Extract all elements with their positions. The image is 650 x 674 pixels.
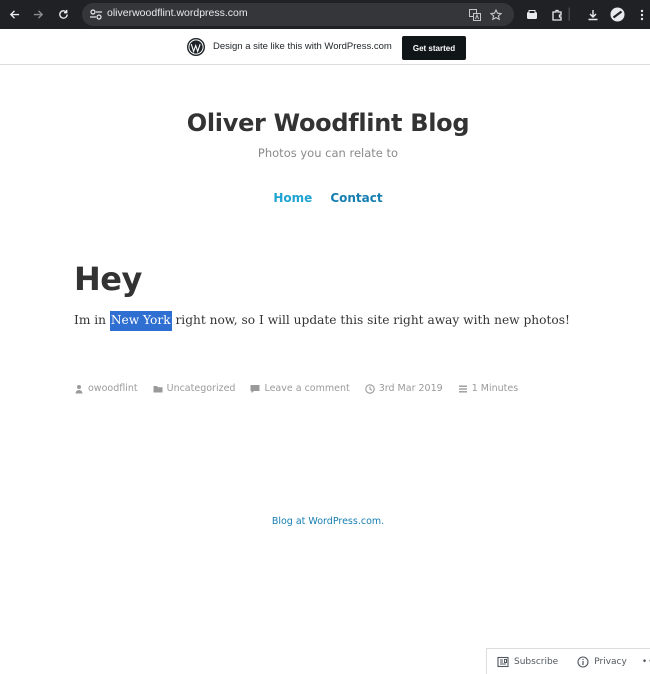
forward-arrow-icon [33, 10, 43, 19]
back-arrow-icon [9, 10, 19, 19]
reload-icon [58, 9, 68, 19]
url-text: oliverwoodflint.wordpress.com [107, 7, 248, 19]
extension-icon[interactable] [523, 6, 540, 23]
subscribe-button[interactable]: Subscribe [497, 656, 558, 668]
comment-label: Leave a comment [264, 383, 350, 394]
back-button[interactable] [3, 0, 25, 29]
site-settings-icon [90, 9, 102, 20]
browser-toolbar: oliverwoodflint.wordpress.com │ [0, 0, 650, 29]
post-date[interactable]: 3rd Mar 2019 [364, 383, 443, 394]
downloads-icon[interactable] [584, 6, 601, 23]
promo-text: Design a site like this with WordPress.c… [213, 41, 392, 52]
post-author[interactable]: owoodflint [74, 383, 138, 394]
privacy-button[interactable]: Privacy [577, 655, 627, 668]
extensions-puzzle-icon[interactable] [548, 6, 565, 23]
person-icon [75, 384, 83, 393]
reader-icon [497, 656, 509, 667]
post-body-text-before: Im in [74, 313, 110, 327]
nav-home-link[interactable]: Home [273, 191, 312, 205]
leave-comment-link[interactable]: Leave a comment [250, 383, 350, 394]
selected-text: New York [109, 311, 172, 331]
site-title[interactable]: Oliver Woodflint Blog [0, 109, 650, 137]
lines-icon [458, 385, 467, 392]
wordpress-promo-banner: Design a site like this with WordPress.c… [0, 29, 650, 65]
chrome-menu-icon[interactable] [633, 6, 650, 23]
main-navigation: Home Contact [0, 191, 650, 205]
wordpress-action-bar: Subscribe Privacy ••• [486, 648, 650, 674]
folder-icon [153, 385, 163, 392]
clock-icon [364, 383, 375, 394]
post-category[interactable]: Uncategorized [153, 383, 236, 394]
get-started-button[interactable]: Get started [402, 36, 466, 60]
bookmark-star-icon[interactable] [488, 7, 503, 22]
date-text: 3rd Mar 2019 [378, 383, 443, 394]
footer-wordpress-link[interactable]: Blog at WordPress.com. [0, 516, 650, 527]
comment-bubble-icon [250, 384, 260, 393]
privacy-label: Privacy [594, 656, 627, 667]
site-tagline: Photos you can relate to [257, 146, 399, 160]
subscribe-label: Subscribe [514, 656, 559, 667]
info-icon [577, 655, 589, 668]
nav-contact-link[interactable]: Contact [330, 191, 382, 205]
wordpress-logo-icon [187, 38, 205, 56]
post-body-text-after: right now, so I will update this site ri… [171, 313, 570, 327]
toolbar-divider: │ [565, 8, 573, 21]
forward-button[interactable] [27, 0, 49, 29]
reload-button[interactable] [52, 0, 74, 29]
reading-time: 1 Minutes [458, 383, 518, 394]
translate-icon[interactable] [467, 7, 482, 22]
category-name: Uncategorized [166, 383, 236, 394]
post-meta: owoodflint Uncategorized Leave a comment… [74, 383, 533, 394]
post-body: Im in New York right now, so I will upda… [74, 311, 570, 331]
profile-avatar-icon[interactable] [609, 6, 626, 23]
post-title[interactable]: Hey [74, 260, 142, 298]
author-name: owoodflint [88, 383, 138, 394]
address-bar[interactable]: oliverwoodflint.wordpress.com [82, 3, 514, 26]
more-options-button[interactable]: ••• [642, 657, 650, 667]
reading-time-text: 1 Minutes [471, 383, 519, 394]
